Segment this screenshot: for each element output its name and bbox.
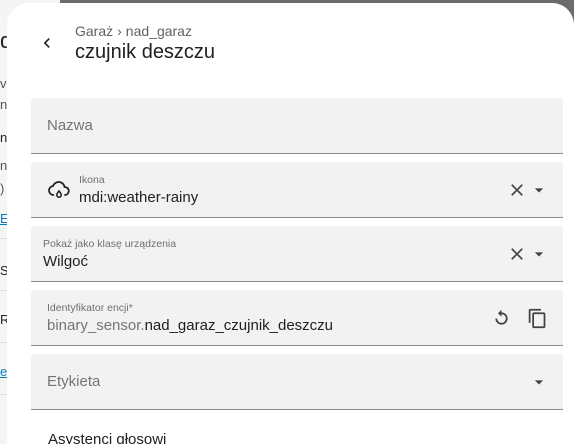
weather-rainy-icon <box>48 181 70 198</box>
close-icon <box>511 184 523 196</box>
bg-fragment: ) <box>0 181 5 196</box>
icon-dropdown-button[interactable] <box>527 178 551 202</box>
dropdown-arrow-icon <box>534 188 544 193</box>
restore-entity-id-button[interactable] <box>489 306 513 330</box>
device-class-select[interactable]: Pokaż jako klasę urządzenia Wilgoć <box>31 226 563 282</box>
entity-id-field[interactable]: Identyfikator encji* binary_sensor.nad_g… <box>31 290 563 346</box>
dialog-header: Garaż › nad_garaz czujnik deszczu <box>7 3 574 83</box>
copy-icon <box>528 308 545 328</box>
clear-device-class-button[interactable] <box>505 242 529 266</box>
breadcrumb-separator: › <box>117 23 122 39</box>
entity-settings-dialog: Garaż › nad_garaz czujnik deszczu Nazwa … <box>7 3 574 444</box>
entity-id-value: binary_sensor.nad_garaz_czujnik_deszczu <box>47 317 333 334</box>
name-field[interactable]: Nazwa <box>31 98 563 154</box>
dialog-title: czujnik deszczu <box>75 41 216 63</box>
dropdown-arrow-icon <box>534 252 544 257</box>
breadcrumb-device: nad_garaz <box>125 23 192 39</box>
icon-field-value: mdi:weather-rainy <box>79 189 199 206</box>
clear-icon-button[interactable] <box>505 178 529 202</box>
chevron-left-icon <box>43 38 50 48</box>
back-button[interactable] <box>31 27 63 59</box>
breadcrumb: Garaż › nad_garaz <box>75 23 192 39</box>
dropdown-arrow-icon <box>534 380 544 385</box>
breadcrumb-area: Garaż <box>75 23 114 39</box>
bg-fragment: v <box>0 76 7 91</box>
restore-icon <box>494 309 508 325</box>
labels-field-label: Etykieta <box>47 373 101 390</box>
device-class-dropdown-button[interactable] <box>527 242 551 266</box>
entity-id-label: Identyfikator encji* <box>47 302 133 314</box>
icon-field-label: Ikona <box>79 174 105 186</box>
icon-field[interactable]: Ikona mdi:weather-rainy <box>31 162 563 218</box>
labels-select[interactable]: Etykieta <box>31 354 563 410</box>
name-field-label: Nazwa <box>47 117 93 134</box>
voice-assistants-row[interactable]: Asystenci głosowi <box>48 431 166 444</box>
copy-entity-id-button[interactable] <box>525 306 549 330</box>
device-class-value: Wilgoć <box>43 253 89 270</box>
close-icon <box>511 248 523 260</box>
labels-dropdown-button[interactable] <box>527 370 551 394</box>
device-class-label: Pokaż jako klasę urządzenia <box>43 238 177 250</box>
entity-id-object: nad_garaz_czujnik_deszczu <box>144 317 334 334</box>
entity-id-prefix: binary_sensor. <box>47 317 145 334</box>
